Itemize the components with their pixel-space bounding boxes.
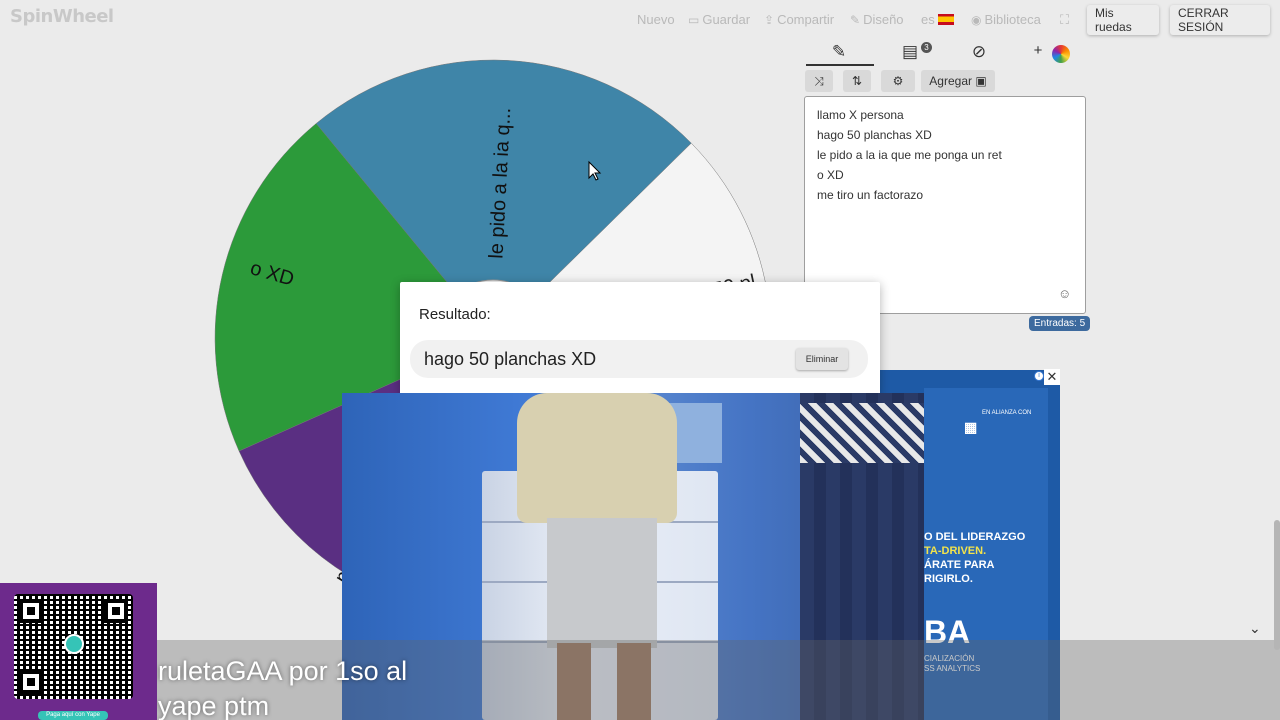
- webcam-person-shirt: [517, 393, 677, 523]
- entry-line: o XD: [817, 168, 844, 182]
- scrollbar-thumb[interactable]: [1274, 520, 1280, 650]
- ad-line-1: O DEL LIDERAZGO: [924, 531, 1026, 543]
- caption-line-2: yape ptm: [158, 691, 270, 720]
- ad-info-icon[interactable]: i: [1034, 371, 1044, 381]
- yape-qr-panel: Paga aquí con Yape: [0, 583, 157, 720]
- emoji-icon[interactable]: ☺: [1058, 286, 1071, 301]
- shuffle-icon: ⤨: [814, 73, 824, 88]
- ad-line-2: TA-DRIVEN.: [924, 545, 987, 557]
- add-wheel-plus-icon[interactable]: +: [1023, 42, 1053, 59]
- webcam-curtain-pattern: [800, 403, 924, 463]
- image-icon: ▣: [975, 74, 987, 88]
- chevron-down-icon[interactable]: ⌄: [1249, 620, 1261, 637]
- qr-finder-pattern: [19, 599, 43, 623]
- qr-finder-pattern: [19, 670, 43, 694]
- tab-hidden-eye-icon[interactable]: ⊘: [964, 42, 994, 62]
- ad-line-3: ÁRATE PARA: [924, 559, 995, 571]
- yape-tag: Paga aquí con Yape: [38, 711, 108, 720]
- clipboard-badge: 3: [921, 42, 932, 53]
- yape-qr-code: [14, 594, 133, 699]
- webcam-person-shorts: [547, 518, 657, 648]
- active-tab-indicator: [806, 64, 874, 66]
- sort-button[interactable]: ⇅: [843, 70, 871, 92]
- entry-line: llamo X persona: [817, 108, 904, 122]
- add-image-button[interactable]: Agregar ▣: [921, 70, 995, 92]
- ad-close-icon[interactable]: ✕: [1044, 369, 1060, 385]
- result-text: hago 50 planchas XD: [424, 349, 597, 369]
- entry-line: le pido a la ia que me ponga un ret: [817, 148, 1002, 162]
- entry-line: hago 50 planchas XD: [817, 128, 932, 142]
- result-dialog-title: Resultado:: [419, 306, 491, 323]
- qr-finder-pattern: [104, 599, 128, 623]
- ad-line-4: RIGIRLO.: [924, 573, 973, 585]
- tab-edit-pencil-icon[interactable]: ✎: [824, 42, 854, 62]
- remove-result-button[interactable]: Eliminar: [796, 348, 848, 370]
- result-item: hago 50 planchas XD Eliminar: [410, 340, 868, 378]
- result-dialog: Resultado: hago 50 planchas XD Eliminar: [400, 282, 880, 396]
- color-wheel-icon[interactable]: [1052, 45, 1070, 63]
- entries-count-badge: Entradas: 5: [1029, 316, 1091, 331]
- yape-logo-icon: [64, 634, 84, 654]
- ad-top-text: EN ALIANZA CON: [982, 410, 1032, 416]
- gear-icon: ⚙: [892, 74, 904, 88]
- caption-line-1: ruletaGAA por 1so al: [158, 656, 408, 686]
- entry-line: me tiro un factorazo: [817, 188, 924, 202]
- settings-button[interactable]: ⚙: [881, 70, 915, 92]
- stream-caption: ruletaGAA por 1so al yape ptm: [158, 654, 407, 720]
- ad-logo-icon: ▦: [964, 419, 978, 435]
- shuffle-button[interactable]: ⤨: [805, 70, 833, 92]
- sort-icon: ⇅: [851, 74, 863, 88]
